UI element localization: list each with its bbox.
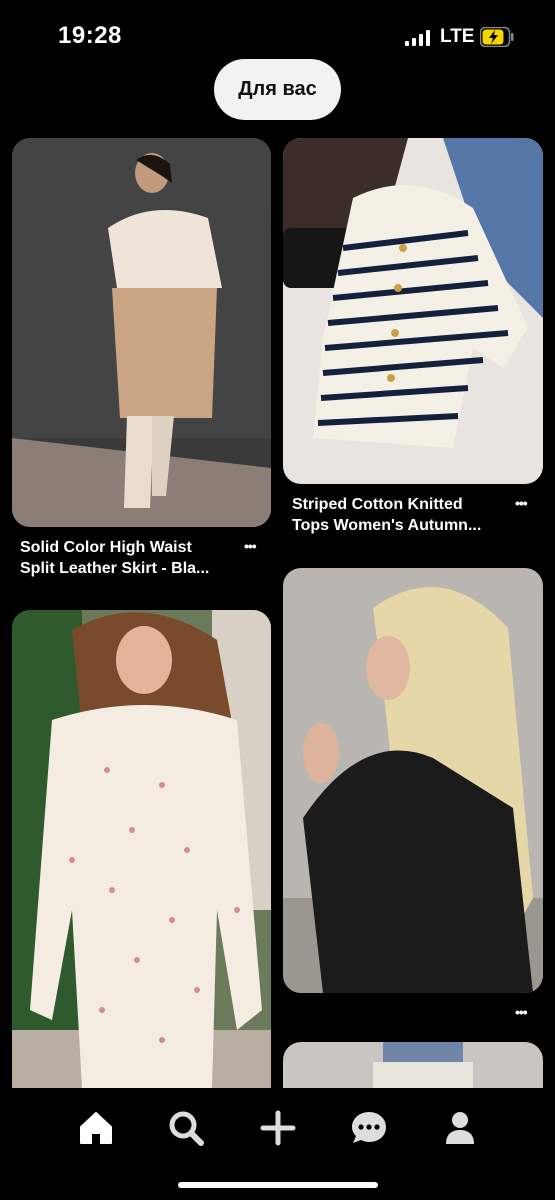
more-options-icon[interactable]: ••• (515, 1004, 528, 1020)
more-options-icon[interactable]: ••• (515, 495, 528, 511)
pin-title-line1: Solid Color High Waist (20, 539, 192, 556)
network-type: LTE (440, 26, 475, 47)
chat-bubble-icon[interactable] (349, 1108, 389, 1148)
pin-image-skirt[interactable] (12, 138, 271, 527)
pin-caption-skirt[interactable]: Solid Color High Waist Split Leather Ski… (20, 537, 245, 579)
signal-icon (405, 30, 430, 46)
search-icon[interactable] (166, 1108, 206, 1148)
profile-icon[interactable] (440, 1108, 480, 1148)
pin-title-line2: Tops Women's Autumn... (292, 517, 482, 534)
more-options-icon[interactable]: ••• (244, 538, 257, 554)
pin-image-cardigan[interactable] (283, 138, 543, 484)
status-time: 19:28 (58, 22, 122, 49)
home-icon[interactable] (76, 1108, 116, 1148)
pin-image-dress[interactable] (12, 610, 271, 1088)
pin-title-line1: Striped Cotton Knitted (292, 496, 463, 513)
tab-for-you[interactable]: Для вас (214, 59, 341, 120)
battery-icon (480, 27, 514, 47)
pin-caption-cardigan[interactable]: Striped Cotton Knitted Tops Women's Autu… (292, 494, 517, 536)
pin-image-blonde-hair[interactable] (283, 568, 543, 993)
pin-image-partial[interactable] (283, 1042, 543, 1088)
home-indicator (178, 1182, 378, 1188)
plus-icon[interactable] (258, 1108, 298, 1148)
pin-title-line2: Split Leather Skirt - Bla... (20, 560, 210, 577)
